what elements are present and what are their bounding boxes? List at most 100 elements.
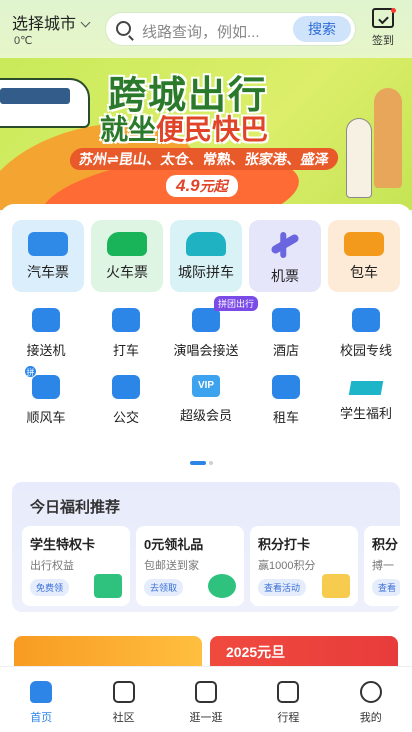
carpool-icon bbox=[32, 375, 60, 399]
vip-icon: VIP bbox=[192, 375, 220, 397]
main-services: 汽车票 火车票 城际拼车 机票 包车 bbox=[12, 220, 400, 292]
tab-label: 逛一逛 bbox=[189, 712, 223, 724]
service-carpool[interactable]: 拼 顺风车 bbox=[8, 365, 84, 426]
tab-explore[interactable]: 逛一逛 bbox=[171, 667, 241, 732]
carpool-badge: 拼 bbox=[24, 365, 37, 378]
service-campus-bus[interactable]: 校园专线 bbox=[328, 308, 404, 359]
tab-itinerary[interactable]: 行程 bbox=[253, 667, 323, 732]
service-hotel[interactable]: 酒店 bbox=[248, 308, 324, 359]
view-button[interactable]: 查看 bbox=[372, 579, 400, 596]
search-placeholder: 线路查询，例如... bbox=[142, 24, 260, 41]
service-label: 打车 bbox=[112, 343, 139, 358]
banner-subtitle: 就坐便民快巴 bbox=[100, 114, 269, 145]
service-label: 顺风车 bbox=[26, 410, 66, 425]
bus-icon bbox=[28, 232, 68, 256]
welfare-card-title: 0元领礼品 bbox=[144, 537, 204, 552]
bus-ticket-card[interactable]: 汽车票 bbox=[12, 220, 84, 292]
tab-label: 首页 bbox=[30, 712, 53, 724]
calendar-icon bbox=[322, 574, 350, 598]
welfare-card-subtitle: 搏一 bbox=[372, 560, 394, 572]
card-label: 包车 bbox=[350, 264, 378, 280]
campus-bus-icon bbox=[352, 308, 380, 332]
tab-community[interactable]: 社区 bbox=[89, 667, 159, 732]
banner-price: 4.9元起 bbox=[166, 175, 238, 197]
home-icon bbox=[30, 681, 53, 703]
claim-gift-button[interactable]: 去领取 bbox=[144, 579, 184, 596]
city-label: 选择城市 bbox=[12, 16, 77, 33]
plane-icon bbox=[270, 233, 300, 255]
profile-icon bbox=[359, 681, 382, 703]
bus-icon bbox=[112, 375, 140, 399]
signin-label: 签到 bbox=[372, 35, 394, 47]
tab-label: 行程 bbox=[277, 712, 300, 724]
welfare-card[interactable]: 积分 搏一 查看 bbox=[364, 526, 400, 606]
signin-button[interactable]: 签到 bbox=[368, 8, 398, 48]
charter-card[interactable]: 包车 bbox=[328, 220, 400, 292]
card-label: 机票 bbox=[271, 268, 299, 284]
welfare-card-title: 学生特权卡 bbox=[30, 537, 96, 552]
gift-icon bbox=[194, 681, 217, 703]
graduation-cap-icon bbox=[348, 381, 384, 395]
view-activity-button[interactable]: 查看活动 bbox=[258, 579, 307, 596]
service-label: 酒店 bbox=[272, 343, 299, 358]
welfare-card-title: 积分 bbox=[372, 537, 399, 552]
page-indicator bbox=[190, 454, 216, 472]
intercity-carpool-card[interactable]: 城际拼车 bbox=[170, 220, 242, 292]
card-icon bbox=[94, 574, 122, 598]
tab-home[interactable]: 首页 bbox=[6, 667, 76, 732]
page-dot-active bbox=[190, 460, 206, 465]
city-selector[interactable]: 选择城市 bbox=[12, 10, 91, 34]
car-icon bbox=[186, 232, 226, 256]
banner-route: 苏州⇌昆山、太仓、常熟、张家港、盛泽 bbox=[68, 148, 340, 170]
train-ticket-card[interactable]: 火车票 bbox=[91, 220, 163, 292]
car-rental-icon bbox=[272, 375, 300, 399]
service-label: 租车 bbox=[272, 410, 299, 425]
service-concert-shuttle[interactable]: 拼团出行 演唱会接送 bbox=[168, 296, 259, 359]
hotel-icon bbox=[272, 308, 300, 332]
header-bar: 选择城市 0℃ 线路查询，例如... 搜索 签到 bbox=[0, 0, 412, 58]
service-bus[interactable]: 公交 bbox=[88, 375, 164, 426]
service-label: 学生福利 bbox=[339, 406, 392, 421]
flight-ticket-card[interactable]: 机票 bbox=[249, 220, 321, 292]
card-label: 城际拼车 bbox=[178, 264, 234, 280]
service-student-benefits[interactable]: 学生福利 bbox=[328, 375, 404, 426]
promo-banner[interactable]: 跨城出行 就坐便民快巴 苏州⇌昆山、太仓、常熟、张家港、盛泽 4.9元起 bbox=[0, 58, 412, 210]
welfare-title: 今日福利推荐 bbox=[30, 499, 121, 516]
service-label: 公交 bbox=[112, 410, 139, 425]
search-icon bbox=[116, 21, 131, 36]
welfare-cards: 学生特权卡 出行权益 免费领 0元领礼品 包邮送到家 去领取 积分打卡 赢100… bbox=[22, 526, 400, 606]
tab-label: 社区 bbox=[112, 712, 135, 724]
welfare-card[interactable]: 学生特权卡 出行权益 免费领 bbox=[22, 526, 130, 606]
notification-dot bbox=[391, 8, 396, 13]
bus-illustration bbox=[0, 78, 90, 128]
charter-bus-icon bbox=[344, 232, 384, 256]
tab-profile[interactable]: 我的 bbox=[336, 667, 406, 732]
welfare-card-subtitle: 赢1000积分 bbox=[258, 560, 316, 572]
taxi-icon bbox=[112, 308, 140, 332]
service-label: 接送机 bbox=[26, 343, 66, 358]
welfare-card-subtitle: 包邮送到家 bbox=[144, 560, 199, 572]
page-dot bbox=[209, 460, 213, 465]
concert-shuttle-icon bbox=[192, 308, 220, 332]
service-taxi[interactable]: 打车 bbox=[88, 308, 164, 359]
chevron-down-icon bbox=[80, 17, 91, 28]
welfare-card-subtitle: 出行权益 bbox=[30, 560, 74, 572]
service-super-member[interactable]: VIP 超级会员 bbox=[168, 375, 244, 426]
claim-free-button[interactable]: 免费领 bbox=[30, 579, 70, 596]
airport-shuttle-icon bbox=[32, 308, 60, 332]
service-car-rental[interactable]: 租车 bbox=[248, 375, 324, 426]
train-icon bbox=[107, 232, 147, 256]
service-airport-shuttle[interactable]: 接送机 bbox=[8, 308, 84, 359]
welfare-section: 今日福利推荐 学生特权卡 出行权益 免费领 0元领礼品 包邮送到家 去领取 积分… bbox=[12, 482, 400, 612]
main-panel: 汽车票 火车票 城际拼车 机票 包车 接送机 打车 拼团出行 演唱会接送 酒店 … bbox=[0, 204, 412, 674]
itinerary-icon bbox=[277, 681, 300, 703]
search-button[interactable]: 搜索 bbox=[293, 16, 351, 42]
gift-icon bbox=[208, 574, 236, 598]
welfare-card[interactable]: 积分打卡 赢1000积分 查看活动 bbox=[250, 526, 358, 606]
community-icon bbox=[112, 681, 135, 703]
card-label: 汽车票 bbox=[27, 264, 69, 280]
search-input[interactable]: 线路查询，例如... 搜索 bbox=[105, 12, 356, 46]
tab-label: 我的 bbox=[359, 712, 382, 724]
welfare-card[interactable]: 0元领礼品 包邮送到家 去领取 bbox=[136, 526, 244, 606]
card-label: 火车票 bbox=[106, 264, 148, 280]
